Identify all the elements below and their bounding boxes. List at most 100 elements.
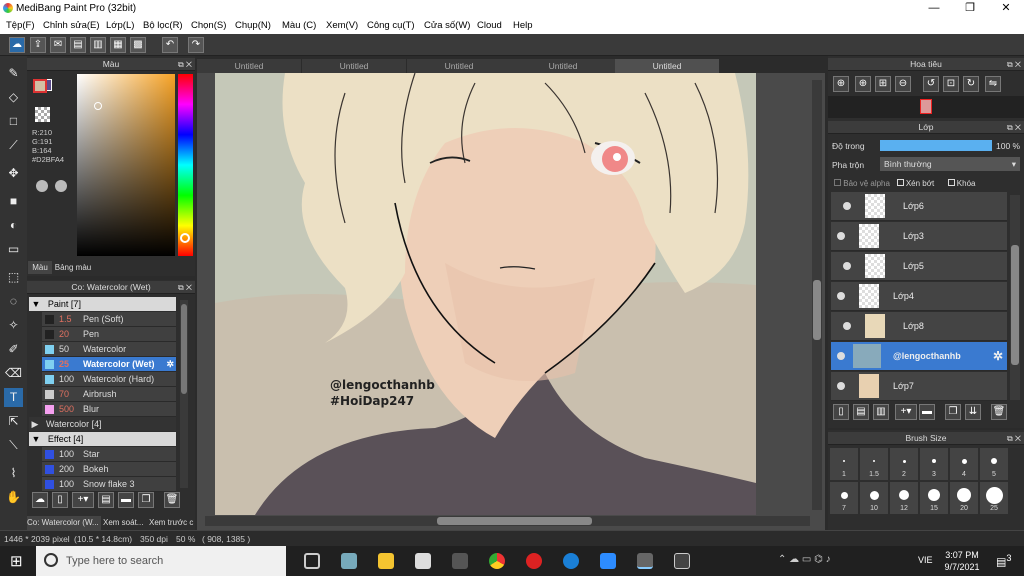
- brush-size-cell[interactable]: 2: [890, 448, 918, 480]
- menu-file[interactable]: Tệp(F): [6, 20, 35, 31]
- move-tool-icon[interactable]: ✥: [4, 164, 23, 183]
- brush-item[interactable]: 50 Watercolor: [42, 342, 176, 357]
- grid-icon[interactable]: ▩: [130, 37, 146, 53]
- undo-icon[interactable]: ↶: [162, 37, 178, 53]
- tray-icons[interactable]: ⌃ ☁ ▭ ⌬ ♪: [778, 554, 831, 565]
- foreground-color-swatch[interactable]: [33, 79, 47, 93]
- clock[interactable]: 3:07 PM 9/7/2021: [940, 549, 984, 573]
- opacity-slider[interactable]: [880, 140, 992, 151]
- gear-icon[interactable]: ✲: [993, 349, 1003, 363]
- zoom-out-icon[interactable]: ⊖: [895, 76, 911, 92]
- alpha-protect-checkbox[interactable]: [834, 179, 841, 186]
- zoom-in-small-icon[interactable]: ⊕: [855, 76, 871, 92]
- menu-edit[interactable]: Chỉnh sửa(E): [43, 20, 100, 31]
- fit-icon[interactable]: ⊞: [875, 76, 891, 92]
- rotate-left-icon[interactable]: ↺: [923, 76, 939, 92]
- store-icon[interactable]: [452, 553, 468, 569]
- eyedropper-tool-icon[interactable]: ⌇: [4, 464, 23, 483]
- eye-icon[interactable]: [837, 292, 845, 300]
- input-language[interactable]: VIE: [918, 555, 933, 565]
- brush-item-selected[interactable]: 25 Watercolor (Wet) ✲: [42, 357, 176, 372]
- divide-tool-icon[interactable]: ⟍: [4, 436, 23, 455]
- layer-row[interactable]: Lớp8: [831, 312, 1007, 341]
- close-button[interactable]: ✕: [988, 0, 1024, 17]
- add-layer-menu-icon[interactable]: +▾: [895, 404, 917, 420]
- zoom-app-icon[interactable]: [600, 553, 616, 569]
- brush-size-cell[interactable]: 3: [920, 448, 948, 480]
- photos-icon[interactable]: [674, 553, 690, 569]
- tab-preview[interactable]: Xem trước c: [149, 516, 195, 530]
- canvas-vertical-scrollbar[interactable]: [812, 80, 822, 510]
- maximize-button[interactable]: ❐: [952, 0, 988, 17]
- brush-group-watercolor[interactable]: ▶ Watercolor [4]: [29, 417, 176, 431]
- operation-tool-icon[interactable]: ⇱: [4, 412, 23, 431]
- task-view-icon[interactable]: [304, 553, 320, 569]
- menu-color[interactable]: Màu (C): [282, 20, 316, 31]
- brush-size-cell[interactable]: 10: [860, 482, 888, 514]
- clipping-checkbox[interactable]: [896, 179, 904, 186]
- brush-size-cell[interactable]: 7: [830, 482, 858, 514]
- add-brush-icon[interactable]: +▾: [72, 492, 94, 508]
- brush-group-paint[interactable]: ▼ Paint [7]: [29, 297, 176, 311]
- trash-icon[interactable]: 🗑: [991, 404, 1007, 420]
- hue-slider-handle[interactable]: [180, 233, 190, 243]
- fill-rect-tool-icon[interactable]: ■: [4, 192, 23, 211]
- canvas-horizontal-scrollbar[interactable]: [205, 516, 810, 526]
- minimize-button[interactable]: —: [916, 0, 952, 17]
- palette-icon[interactable]: [36, 180, 48, 192]
- notification-icon[interactable]: ▤3: [996, 553, 1012, 569]
- new-brush-icon[interactable]: ▯: [52, 492, 68, 508]
- duplicate-layer-icon[interactable]: ❐: [945, 404, 961, 420]
- line-tool-icon[interactable]: ⟋: [4, 136, 23, 155]
- brush-size-cell[interactable]: 12: [890, 482, 918, 514]
- menu-capture[interactable]: Chụp(N): [235, 20, 271, 31]
- mail-icon[interactable]: [415, 553, 431, 569]
- layer-row[interactable]: Lớp5: [831, 252, 1007, 281]
- file-explorer-icon[interactable]: [378, 553, 394, 569]
- brush-size-cell[interactable]: 20: [950, 482, 978, 514]
- comment-icon[interactable]: ✉: [50, 37, 66, 53]
- eye-icon[interactable]: [843, 322, 851, 330]
- panel-close-icon[interactable]: ⧉ ✕: [1007, 58, 1021, 71]
- select-pen-tool-icon[interactable]: ✐: [4, 340, 23, 359]
- layer-row[interactable]: Lớp4: [831, 282, 1007, 311]
- select-tool-icon[interactable]: ⬚: [4, 268, 23, 287]
- saturation-value-picker[interactable]: [77, 74, 175, 256]
- layer-row[interactable]: Lớp3: [831, 222, 1007, 251]
- panel-icon[interactable]: ▦: [110, 37, 126, 53]
- flip-icon[interactable]: ⇋: [985, 76, 1001, 92]
- zoom-in-icon[interactable]: ⊕: [833, 76, 849, 92]
- document-tab[interactable]: Untitled: [302, 59, 406, 73]
- brush-tool-icon[interactable]: ✎: [4, 64, 23, 83]
- text-tool-icon[interactable]: T: [4, 388, 23, 407]
- menu-select[interactable]: Chọn(S): [191, 20, 226, 31]
- menu-layer[interactable]: Lớp(L): [106, 20, 134, 31]
- opera-icon[interactable]: [526, 553, 542, 569]
- panel-close-icon[interactable]: ⧉ ✕: [178, 281, 192, 294]
- brush-cloud-icon[interactable]: ☁: [32, 492, 48, 508]
- redo-icon[interactable]: ↷: [188, 37, 204, 53]
- folder-icon[interactable]: ▬: [919, 404, 935, 420]
- brush-group-effect[interactable]: ▼ Effect [4]: [29, 432, 176, 446]
- palette-add-icon[interactable]: [55, 180, 67, 192]
- hue-slider[interactable]: [178, 74, 193, 256]
- copy-icon[interactable]: ❐: [138, 492, 154, 508]
- document-icon[interactable]: ▥: [90, 37, 106, 53]
- eraser-tool-icon[interactable]: ◇: [4, 88, 23, 107]
- brush-size-cell[interactable]: 1.5: [860, 448, 888, 480]
- hand-tool-icon[interactable]: ✋: [4, 488, 23, 507]
- shape-tool-icon[interactable]: □: [4, 112, 23, 131]
- document-tab[interactable]: Untitled: [197, 59, 301, 73]
- brush-item[interactable]: 100 Watercolor (Hard): [42, 372, 176, 387]
- upload-icon[interactable]: ⇪: [30, 37, 46, 53]
- rotate-right-icon[interactable]: ↻: [963, 76, 979, 92]
- brush-item[interactable]: 1.5 Pen (Soft): [42, 312, 176, 327]
- menu-cloud[interactable]: Cloud: [477, 20, 502, 31]
- layer-scrollbar[interactable]: [1010, 195, 1020, 400]
- eye-icon[interactable]: [837, 232, 845, 240]
- brush-list-scrollbar[interactable]: [180, 300, 188, 488]
- brush-size-cell[interactable]: 25: [980, 482, 1008, 514]
- brush-size-cell[interactable]: 15: [920, 482, 948, 514]
- menu-view[interactable]: Xem(V): [326, 20, 358, 31]
- brush-item[interactable]: 20 Pen: [42, 327, 176, 342]
